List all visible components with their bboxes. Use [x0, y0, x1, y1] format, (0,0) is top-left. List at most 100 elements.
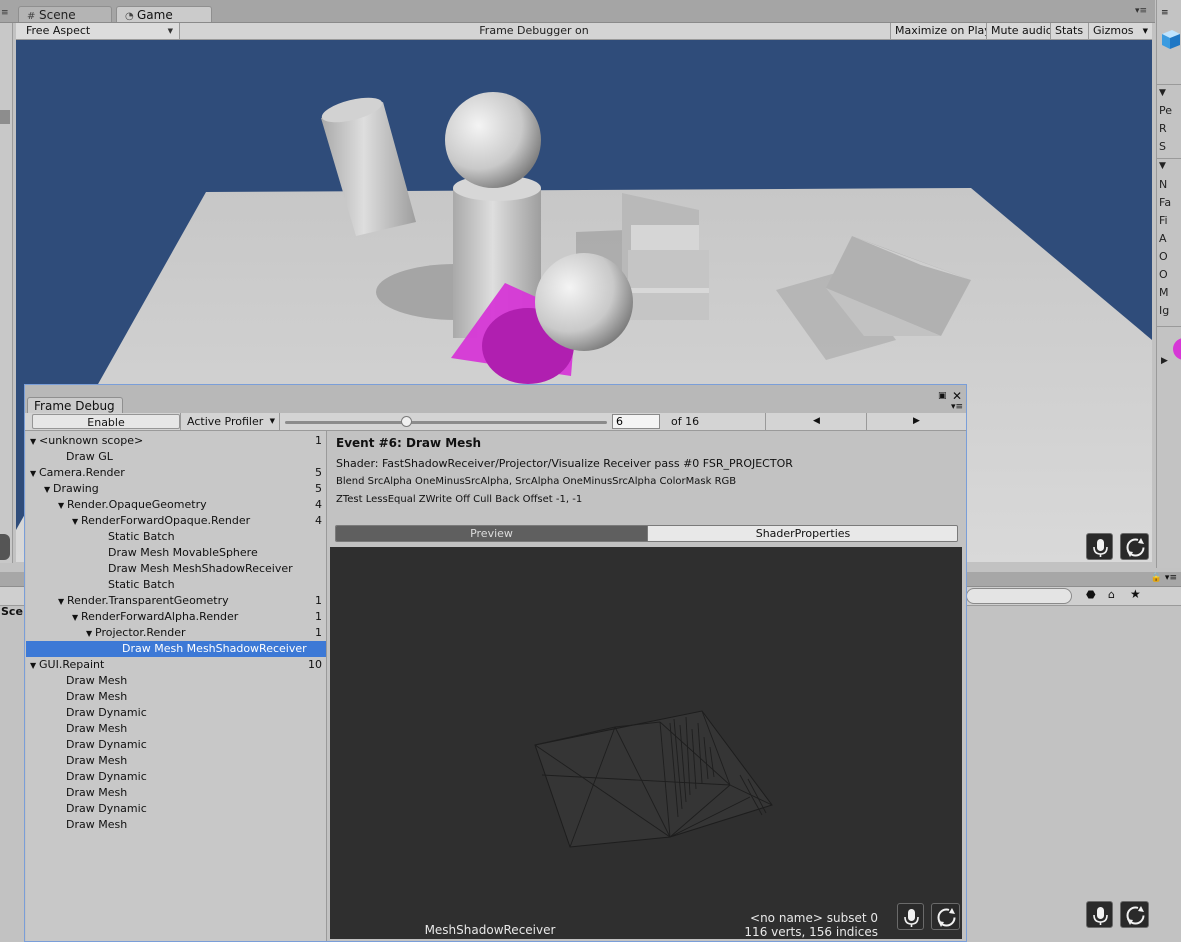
- mesh-preview[interactable]: MeshShadowReceiver <no name> subset 0 11…: [330, 547, 962, 939]
- previous-event-button[interactable]: ◀: [765, 413, 867, 430]
- stats-button[interactable]: Stats: [1050, 23, 1088, 39]
- star-icon[interactable]: ★: [1130, 587, 1141, 601]
- tab-game[interactable]: ◔ Game: [116, 6, 212, 22]
- foldout-arrow-icon[interactable]: ▼: [58, 594, 67, 610]
- tree-row-label: Draw Mesh: [66, 674, 128, 687]
- tree-row[interactable]: ▼ RenderForwardAlpha.Render 1: [26, 609, 326, 625]
- chevron-down-icon: ▼: [1142, 27, 1148, 35]
- maximize-on-play-button[interactable]: Maximize on Play: [890, 23, 991, 39]
- tab-scene[interactable]: # Scene: [18, 6, 112, 22]
- event-shader: Shader: FastShadowReceiver/Projector/Vis…: [336, 457, 793, 470]
- tree-row[interactable]: ▼ Projector.Render 1: [26, 625, 326, 641]
- tree-row-label: Draw Dynamic: [66, 738, 147, 751]
- foldout-arrow-icon[interactable]: ▼: [86, 626, 95, 642]
- mute-audio-button[interactable]: Mute audio: [986, 23, 1053, 39]
- refresh-icon[interactable]: [1120, 901, 1149, 928]
- left-panel-menu-icon[interactable]: ≡: [1, 8, 9, 18]
- gizmos-dropdown[interactable]: Gizmos ▼: [1088, 23, 1152, 39]
- inspector-row: R: [1159, 122, 1167, 135]
- foldout-arrow-icon[interactable]: ▼: [58, 498, 67, 514]
- microphone-icon[interactable]: [1086, 533, 1113, 560]
- search-input[interactable]: [966, 588, 1072, 604]
- tree-row[interactable]: Static Batch: [26, 577, 326, 593]
- tree-row[interactable]: ▼ Render.OpaqueGeometry 4: [26, 497, 326, 513]
- event-total-label: of 16: [671, 415, 700, 428]
- foldout-arrow-icon[interactable]: ▼: [30, 658, 39, 674]
- close-icon[interactable]: ✕: [952, 389, 962, 403]
- refresh-icon[interactable]: [1120, 533, 1149, 560]
- next-event-button[interactable]: ▶: [866, 413, 966, 430]
- inspector-row: Pe: [1159, 104, 1173, 117]
- tree-row-label: Draw GL: [66, 450, 113, 463]
- tree-row-label: GUI.Repaint: [39, 658, 105, 671]
- panel-menu-icon[interactable]: ▾≡: [1135, 6, 1147, 16]
- tree-row[interactable]: Draw Mesh: [26, 689, 326, 705]
- tree-row[interactable]: Draw GL: [26, 449, 326, 465]
- aspect-dropdown[interactable]: Free Aspect ▼: [16, 23, 180, 39]
- tab-shader-properties[interactable]: ShaderProperties: [647, 526, 957, 541]
- tree-row[interactable]: Draw Dynamic: [26, 801, 326, 817]
- foldout-arrow-icon[interactable]: ▼: [30, 466, 39, 482]
- enable-button[interactable]: Enable: [32, 414, 180, 429]
- tree-row-label: Draw Mesh: [66, 818, 128, 831]
- panel-menu-icon[interactable]: 🔒 ▾≡: [1151, 573, 1177, 583]
- foldout-arrow-icon[interactable]: ▼: [30, 434, 39, 450]
- microphone-icon[interactable]: [1086, 901, 1113, 928]
- tree-row[interactable]: Draw Mesh MeshShadowReceiver: [26, 641, 326, 657]
- tree-row[interactable]: Draw Dynamic: [26, 737, 326, 753]
- active-profiler-dropdown[interactable]: Active Profiler ▼: [180, 413, 280, 430]
- tree-row[interactable]: Draw Mesh MovableSphere: [26, 545, 326, 561]
- frame-debug-window: Frame Debug ▣ ✕ ▾≡ Enable Active Profile…: [24, 384, 967, 942]
- tree-row-count: 1: [315, 626, 322, 639]
- tree-row[interactable]: Draw Mesh: [26, 753, 326, 769]
- scene-panel-label: Sce: [1, 605, 23, 618]
- foldout-arrow-icon[interactable]: ▼: [1159, 161, 1166, 171]
- event-index-input[interactable]: [612, 414, 660, 429]
- event-slider-thumb[interactable]: [400, 416, 412, 427]
- tree-row[interactable]: Draw Mesh: [26, 721, 326, 737]
- tree-row[interactable]: Draw Mesh: [26, 673, 326, 689]
- left-panel-button[interactable]: [0, 534, 10, 560]
- tree-row-count: 5: [315, 466, 322, 479]
- tree-row[interactable]: Draw Mesh: [26, 785, 326, 801]
- microphone-icon[interactable]: [897, 903, 924, 930]
- active-profiler-label: Active Profiler: [187, 415, 264, 428]
- detail-tabs: Preview ShaderProperties: [335, 525, 958, 542]
- left-panel-scrollbar[interactable]: [0, 110, 10, 124]
- tree-row[interactable]: ▼ Drawing 5: [26, 481, 326, 497]
- tree-row[interactable]: ▼ GUI.Repaint 10: [26, 657, 326, 673]
- inspector-row: S: [1159, 140, 1166, 153]
- inspector-row: Fi: [1159, 214, 1168, 227]
- tree-row[interactable]: Static Batch: [26, 529, 326, 545]
- foldout-arrow-icon[interactable]: ▼: [72, 610, 81, 626]
- refresh-icon[interactable]: [931, 903, 960, 930]
- tree-row[interactable]: ▼ Render.TransparentGeometry 1: [26, 593, 326, 609]
- inspector-row: O: [1159, 268, 1168, 281]
- tree-row[interactable]: Draw Mesh MeshShadowReceiver: [26, 561, 326, 577]
- maximize-icon[interactable]: ▣: [938, 391, 947, 401]
- foldout-arrow-icon[interactable]: ▶: [1161, 356, 1168, 366]
- foldout-arrow-icon[interactable]: ▼: [72, 514, 81, 530]
- tree-row[interactable]: ▼ <unknown scope> 1: [26, 433, 326, 449]
- tree-row[interactable]: Draw Dynamic: [26, 705, 326, 721]
- tag-icon[interactable]: ⌂: [1108, 588, 1115, 601]
- tab-preview[interactable]: Preview: [336, 526, 647, 541]
- tab-frame-debug[interactable]: Frame Debug: [27, 397, 123, 413]
- tree-row-label: Drawing: [53, 482, 99, 495]
- panel-menu-icon[interactable]: ≡: [1161, 8, 1169, 18]
- inspector-row: N: [1159, 178, 1168, 191]
- tree-row[interactable]: Draw Mesh: [26, 817, 326, 833]
- inspector-row: Ig: [1159, 304, 1170, 317]
- event-slider[interactable]: [285, 421, 607, 424]
- tree-row-count: 4: [315, 498, 322, 511]
- tree-row[interactable]: Draw Dynamic: [26, 769, 326, 785]
- filter-icon[interactable]: ⬣: [1086, 588, 1096, 601]
- tab-scene-label: Scene: [39, 8, 76, 22]
- panel-menu-icon[interactable]: ▾≡: [951, 402, 963, 412]
- foldout-arrow-icon[interactable]: ▼: [1159, 88, 1166, 98]
- frame-debug-titlebar[interactable]: Frame Debug ▣ ✕ ▾≡: [25, 385, 966, 413]
- tree-row[interactable]: ▼ Camera.Render 5: [26, 465, 326, 481]
- foldout-arrow-icon[interactable]: ▼: [44, 482, 53, 498]
- tree-row[interactable]: ▼ RenderForwardOpaque.Render 4: [26, 513, 326, 529]
- event-details: Event #6: Draw Mesh Shader: FastShadowRe…: [328, 431, 966, 941]
